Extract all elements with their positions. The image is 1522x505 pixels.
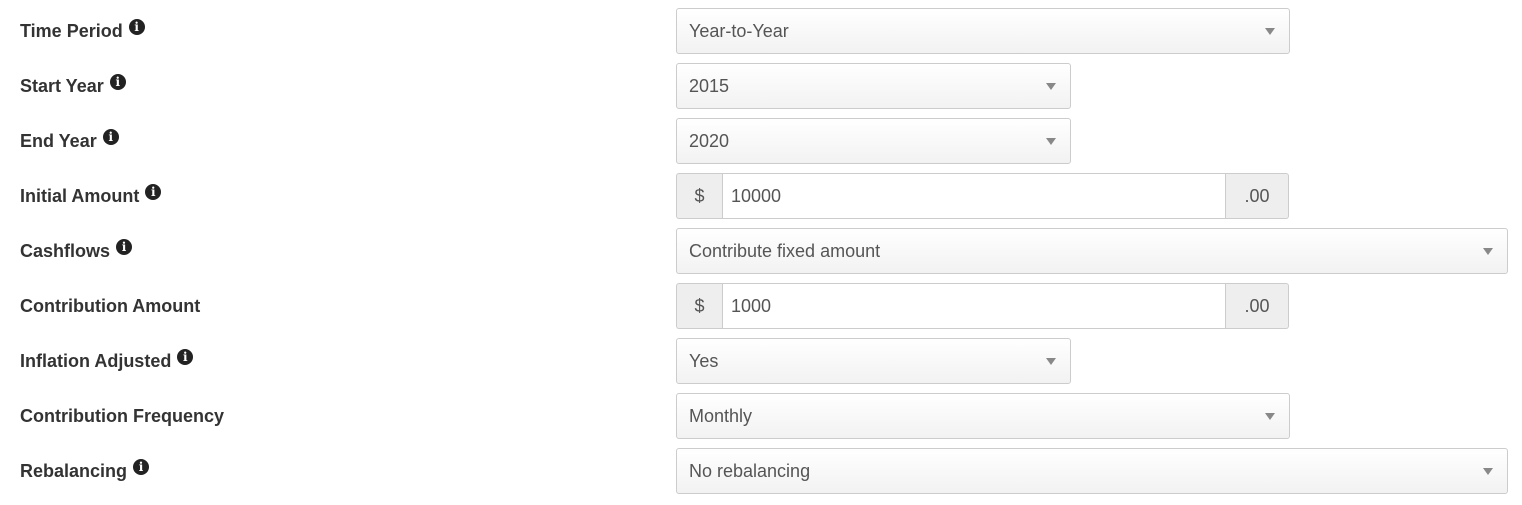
- portfolio-form: Time Period i Year-to-Year Start Year i …: [0, 0, 1522, 505]
- info-circle-icon[interactable]: i: [128, 19, 145, 35]
- cents-suffix: .00: [1226, 283, 1289, 329]
- info-circle-icon[interactable]: i: [145, 184, 162, 200]
- contribution-frequency-label: Contribution Frequency: [20, 393, 224, 439]
- currency-prefix: $: [676, 283, 722, 329]
- start-year-label: Start Year i: [20, 63, 126, 109]
- cents-suffix: .00: [1226, 173, 1289, 219]
- inflation-adjusted-label-text: Inflation Adjusted: [20, 350, 172, 371]
- initial-amount-label-text: Initial Amount: [20, 185, 140, 206]
- chevron-down-icon: [1046, 83, 1056, 90]
- chevron-down-icon: [1483, 468, 1493, 475]
- time-period-label: Time Period i: [20, 8, 145, 54]
- info-circle-icon[interactable]: i: [133, 459, 150, 475]
- contribution-amount-label-text: Contribution Amount: [20, 295, 201, 316]
- currency-prefix: $: [676, 173, 722, 219]
- end-year-value: 2020: [689, 130, 730, 151]
- initial-amount-label: Initial Amount i: [20, 173, 162, 219]
- cashflows-label: Cashflows i: [20, 228, 133, 274]
- cashflows-value: Contribute fixed amount: [689, 240, 881, 261]
- info-circle-icon[interactable]: i: [102, 129, 119, 145]
- inflation-adjusted-label: Inflation Adjusted i: [20, 338, 194, 384]
- rebalancing-select[interactable]: No rebalancing: [676, 448, 1508, 494]
- rebalancing-value: No rebalancing: [689, 460, 811, 481]
- contribution-amount-input[interactable]: [722, 283, 1226, 329]
- form-row-time-period: Time Period i Year-to-Year: [0, 8, 1522, 54]
- form-row-rebalancing: Rebalancing i No rebalancing: [0, 448, 1522, 494]
- form-row-start-year: Start Year i 2015: [0, 63, 1522, 109]
- chevron-down-icon: [1046, 138, 1056, 145]
- end-year-label-text: End Year: [20, 130, 97, 151]
- form-row-end-year: End Year i 2020: [0, 118, 1522, 164]
- initial-amount-input-group: $ .00: [676, 173, 1289, 219]
- chevron-down-icon: [1265, 28, 1275, 35]
- inflation-adjusted-select[interactable]: Yes: [676, 338, 1071, 384]
- chevron-down-icon: [1265, 413, 1275, 420]
- initial-amount-input[interactable]: [722, 173, 1226, 219]
- inflation-adjusted-value: Yes: [689, 350, 719, 371]
- rebalancing-label-text: Rebalancing: [20, 460, 128, 481]
- rebalancing-label: Rebalancing i: [20, 448, 150, 494]
- info-circle-icon[interactable]: i: [116, 239, 133, 255]
- contribution-frequency-label-text: Contribution Frequency: [20, 405, 224, 426]
- form-row-contribution-amount: Contribution Amount $ .00: [0, 283, 1522, 329]
- contribution-frequency-value: Monthly: [689, 405, 753, 426]
- start-year-select[interactable]: 2015: [676, 63, 1071, 109]
- contribution-amount-input-group: $ .00: [676, 283, 1289, 329]
- time-period-label-text: Time Period: [20, 20, 123, 41]
- info-circle-icon[interactable]: i: [109, 74, 126, 90]
- info-circle-icon[interactable]: i: [177, 349, 194, 365]
- time-period-select[interactable]: Year-to-Year: [676, 8, 1290, 54]
- chevron-down-icon: [1046, 358, 1056, 365]
- form-row-cashflows: Cashflows i Contribute fixed amount: [0, 228, 1522, 274]
- end-year-label: End Year i: [20, 118, 119, 164]
- cashflows-select[interactable]: Contribute fixed amount: [676, 228, 1508, 274]
- start-year-value: 2015: [689, 75, 730, 96]
- end-year-select[interactable]: 2020: [676, 118, 1071, 164]
- form-row-initial-amount: Initial Amount i $ .00: [0, 173, 1522, 219]
- time-period-value: Year-to-Year: [689, 20, 789, 41]
- form-row-inflation-adjusted: Inflation Adjusted i Yes: [0, 338, 1522, 384]
- contribution-frequency-select[interactable]: Monthly: [676, 393, 1290, 439]
- form-row-contribution-frequency: Contribution Frequency Monthly: [0, 393, 1522, 439]
- cashflows-label-text: Cashflows: [20, 240, 111, 261]
- contribution-amount-label: Contribution Amount: [20, 283, 200, 329]
- start-year-label-text: Start Year: [20, 75, 104, 96]
- chevron-down-icon: [1483, 248, 1493, 255]
